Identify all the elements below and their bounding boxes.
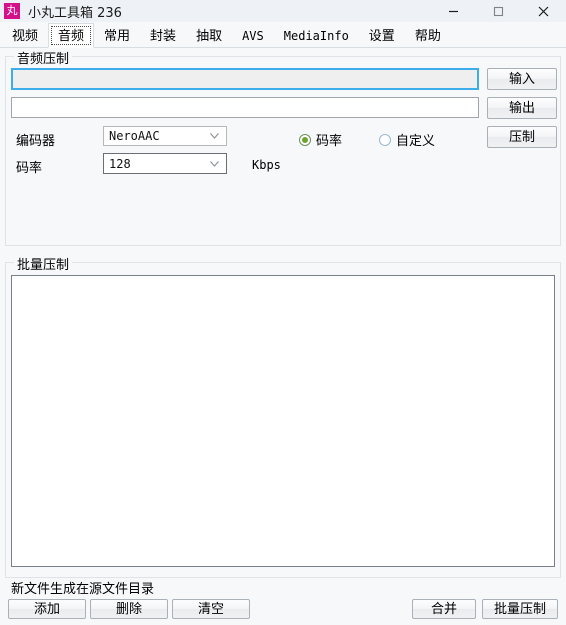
bitrate-value: 128 <box>109 156 131 171</box>
minimize-icon <box>449 10 458 12</box>
tab-label: 常用 <box>104 29 131 44</box>
tab-bar: 视频 音频 常用 封装 抽取 AVS MediaInfo 设置 帮助 <box>0 22 566 48</box>
title-bar: 丸 小丸工具箱 236 <box>0 0 566 22</box>
radio-dot-icon <box>299 133 311 146</box>
mode-bitrate-radio[interactable]: 码率 <box>299 130 342 149</box>
tab-label: MediaInfo <box>283 29 349 43</box>
clear-button[interactable]: 清空 <box>172 599 250 619</box>
close-icon <box>538 6 549 16</box>
chevron-down-icon <box>210 133 219 139</box>
output-browse-button[interactable]: 输出 <box>487 97 557 119</box>
tab-extract[interactable]: 抽取 <box>186 23 232 48</box>
maximize-button[interactable] <box>476 0 521 22</box>
tab-audio[interactable]: 音频 <box>48 23 95 48</box>
tab-mux[interactable]: 封装 <box>140 23 186 48</box>
encoder-value: NeroAAC <box>109 129 160 143</box>
batch-compress-group-title: 批量压制 <box>14 254 73 273</box>
tab-label: 设置 <box>368 29 395 44</box>
maximize-icon <box>493 6 504 16</box>
tab-label: 音频 <box>58 29 85 44</box>
add-button[interactable]: 添加 <box>8 599 86 619</box>
tab-video[interactable]: 视频 <box>2 23 48 48</box>
tab-label: 帮助 <box>414 29 441 44</box>
bitrate-label: 码率 <box>16 161 43 176</box>
tab-help[interactable]: 帮助 <box>405 23 451 48</box>
audio-compress-group-title: 音频压制 <box>14 48 73 67</box>
batch-file-list[interactable] <box>11 275 555 567</box>
tab-common[interactable]: 常用 <box>94 23 140 48</box>
bitrate-select[interactable]: 128 <box>103 153 227 174</box>
tab-label: 封装 <box>150 29 177 44</box>
tab-label: 视频 <box>12 29 39 44</box>
audio-output-path-field[interactable] <box>11 97 479 118</box>
batch-encode-button[interactable]: 批量压制 <box>482 599 558 619</box>
app-icon-maruko: 丸 <box>4 3 20 19</box>
delete-button[interactable]: 删除 <box>90 599 168 619</box>
app-window: 丸 小丸工具箱 236 视频 音频 常用 封装 抽取 AVS MediaInfo… <box>0 0 566 625</box>
tab-label: AVS <box>242 29 264 43</box>
window-controls <box>431 0 566 22</box>
tab-settings[interactable]: 设置 <box>359 23 405 48</box>
output-location-note: 新文件生成在源文件目录 <box>11 582 155 597</box>
mode-bitrate-label: 码率 <box>316 134 343 149</box>
encoder-label: 编码器 <box>16 134 56 149</box>
audio-input-path-field[interactable] <box>11 68 479 90</box>
bitrate-unit-label: Kbps <box>252 158 281 172</box>
mode-custom-label: 自定义 <box>396 134 436 149</box>
encode-button[interactable]: 压制 <box>487 126 557 148</box>
tab-mediainfo[interactable]: MediaInfo <box>274 23 359 48</box>
radio-dot-icon <box>379 133 391 146</box>
chevron-down-icon <box>210 160 219 167</box>
encoder-select[interactable]: NeroAAC <box>103 126 227 146</box>
tab-avs[interactable]: AVS <box>232 23 274 48</box>
minimize-button[interactable] <box>431 0 476 22</box>
mode-custom-radio[interactable]: 自定义 <box>379 130 435 149</box>
window-title: 小丸工具箱 236 <box>28 5 122 21</box>
input-browse-button[interactable]: 输入 <box>487 68 557 90</box>
tab-label: 抽取 <box>196 29 223 44</box>
close-button[interactable] <box>521 0 566 22</box>
merge-button[interactable]: 合并 <box>412 599 476 619</box>
